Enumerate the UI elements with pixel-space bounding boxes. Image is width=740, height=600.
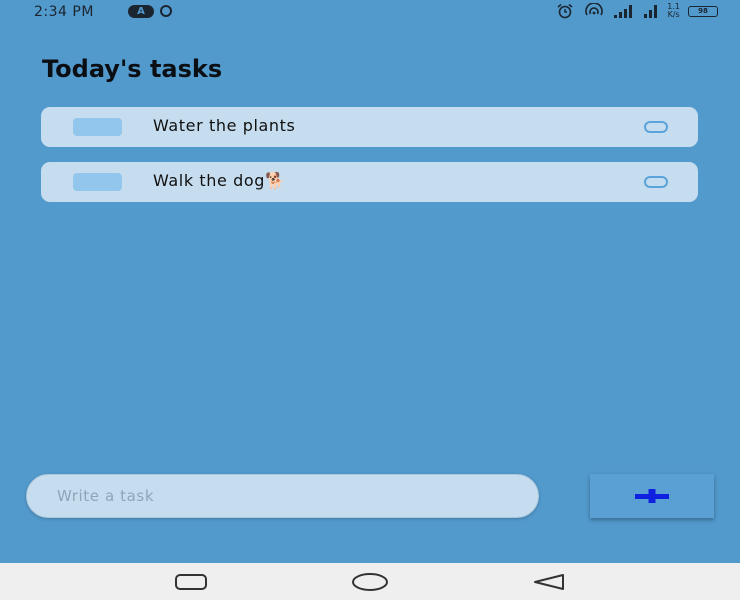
task-input[interactable] (27, 475, 538, 517)
back-triangle-icon[interactable] (531, 572, 567, 592)
home-circle-icon[interactable] (350, 572, 390, 592)
alarm-icon (557, 3, 573, 19)
status-bar: 2:34 PM A 1.1 K/s 98 (0, 0, 740, 26)
task-checkbox[interactable] (73, 118, 122, 136)
task-text: Walk the dog🐕 (153, 171, 286, 190)
signal-icon-2 (644, 5, 658, 18)
recents-square-icon[interactable] (174, 572, 208, 592)
plus-icon (635, 489, 669, 503)
system-nav-bar (0, 563, 740, 600)
task-checkbox[interactable] (73, 173, 122, 191)
sync-ring-icon (160, 5, 172, 17)
battery-icon: 98 (688, 5, 718, 17)
task-input-container[interactable] (26, 474, 539, 518)
network-speed: 1.1 K/s (667, 3, 680, 19)
task-status-circle-icon[interactable] (644, 176, 668, 188)
signal-icon (614, 5, 633, 18)
page-title: Today's tasks (42, 55, 223, 83)
task-item[interactable]: Water the plants (41, 107, 698, 147)
add-task-button[interactable] (590, 474, 714, 518)
task-text: Water the plants (153, 116, 296, 135)
task-item[interactable]: Walk the dog🐕 (41, 162, 698, 202)
hotspot-icon (585, 3, 604, 16)
vpn-pill-icon: A (128, 5, 154, 18)
battery-level: 98 (698, 7, 708, 15)
status-time: 2:34 PM (34, 4, 94, 20)
speed-unit: K/s (667, 10, 680, 19)
task-status-circle-icon[interactable] (644, 121, 668, 133)
